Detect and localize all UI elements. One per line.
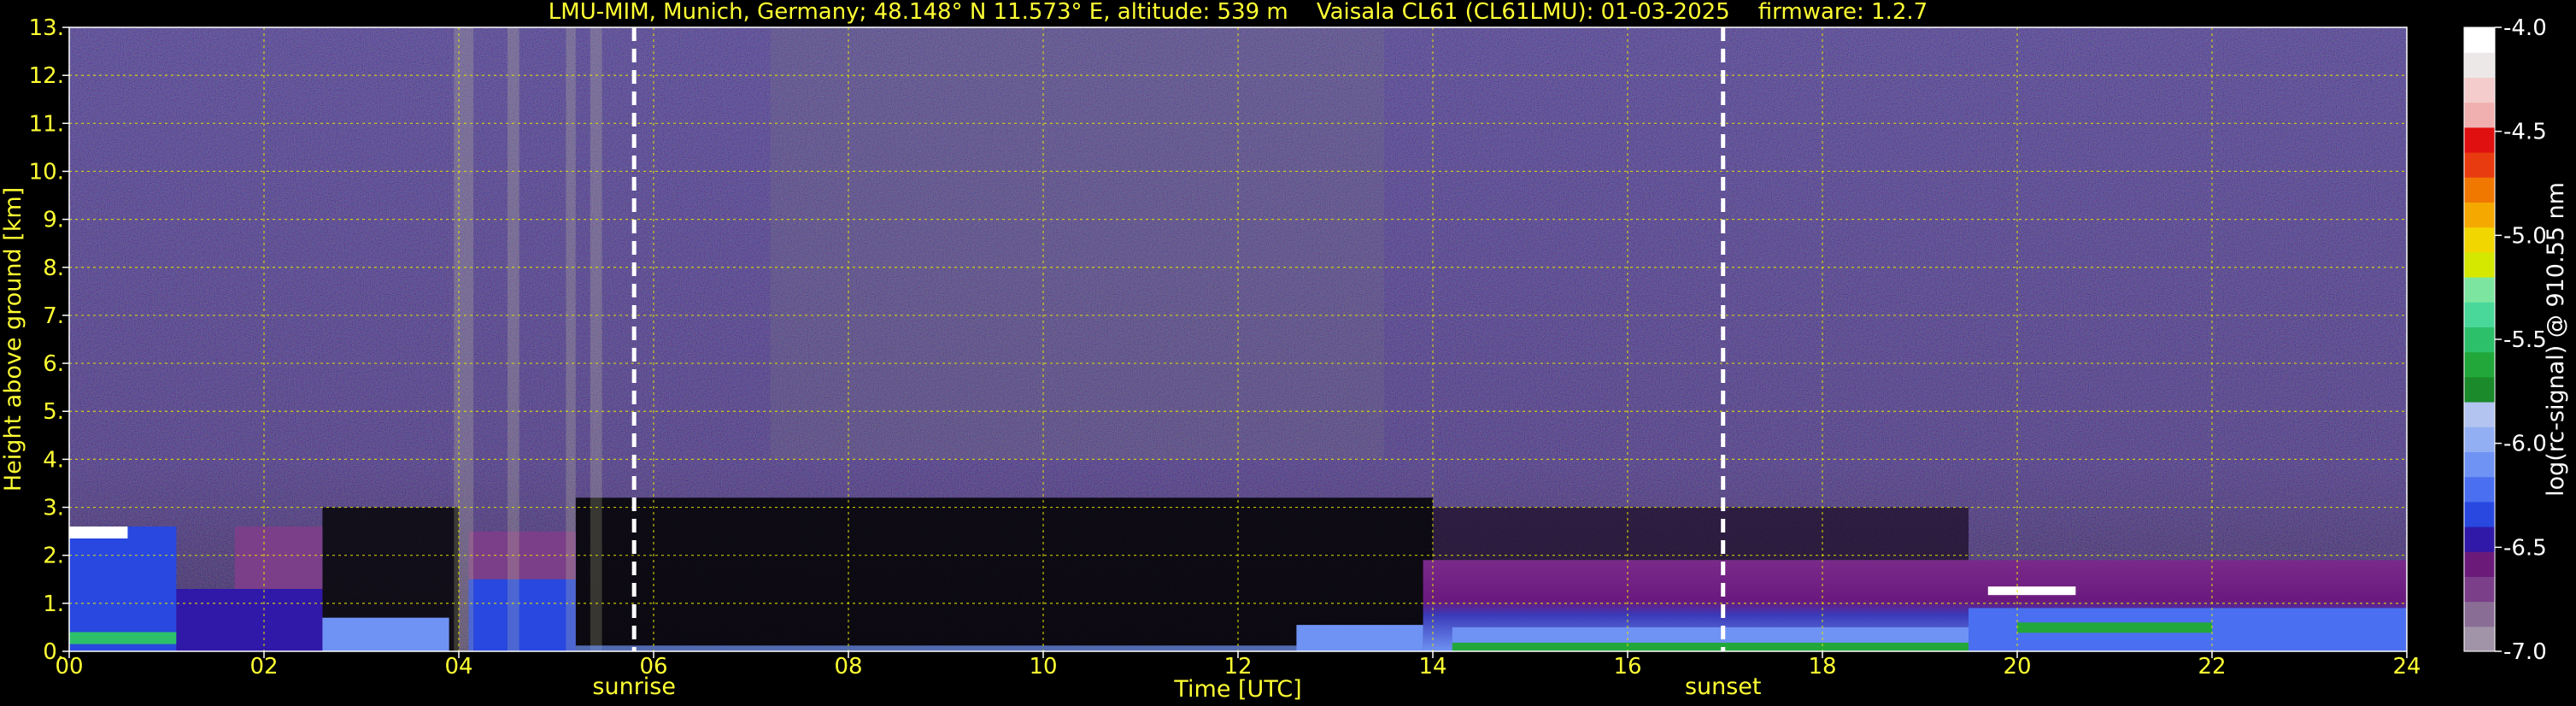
y-tick-label: 12. (29, 63, 64, 89)
colorbar-segment (2464, 527, 2495, 552)
y-tick-label: 0. (43, 639, 64, 665)
colorbar-tick-label: -5.0 (2503, 223, 2547, 249)
colorbar-segment (2464, 302, 2495, 327)
y-tick-label: 5. (43, 399, 64, 425)
x-tick-label: 04 (444, 654, 472, 680)
colorbar-tick-label: -7.0 (2503, 639, 2547, 665)
x-axis-label: Time [UTC] (1173, 676, 1301, 703)
colorbar-segment (2464, 501, 2495, 527)
x-tick-label: 18 (1808, 654, 1836, 680)
y-tick-label: 13. (29, 15, 64, 41)
y-tick-label: 10. (29, 159, 64, 185)
colorbar-segment (2464, 476, 2495, 503)
colorbar-segment (2464, 152, 2495, 178)
y-tick-label: 1. (43, 591, 64, 617)
colorbar-segment (2464, 576, 2495, 603)
y-tick-label: 9. (43, 208, 64, 233)
y-tick-label: 11. (29, 111, 64, 137)
aerosol-layer (234, 527, 323, 589)
colorbar-segment (2464, 327, 2495, 353)
y-tick-label: 8. (43, 256, 64, 281)
colorbar-segment (2464, 77, 2495, 103)
upper-clear (1433, 507, 1969, 561)
precipitation-streak (566, 27, 576, 651)
surface-layer (1296, 625, 1423, 651)
x-tick-label: 16 (1613, 654, 1641, 680)
colorbar-segment (2464, 601, 2495, 627)
x-tick-label: 06 (639, 654, 667, 680)
colorbar-segment (2464, 402, 2495, 427)
colorbar-segment (2464, 126, 2495, 153)
chart-title: LMU-MIM, Munich, Germany; 48.148° N 11.5… (549, 0, 1928, 25)
colorbar-label: log(rc-signal) @ 910.55 nm (2543, 182, 2569, 497)
colorbar-segment (2464, 202, 2495, 228)
surface-layer (575, 645, 1423, 651)
colorbar-tick-label: -5.5 (2503, 327, 2547, 353)
cloud-layer (1987, 586, 2076, 596)
colorbar-segment (2464, 451, 2495, 478)
y-tick-label: 6. (43, 351, 64, 377)
surface-green (1452, 642, 1969, 651)
x-tick-label: 10 (1029, 654, 1057, 680)
colorbar-tick-label: -6.0 (2503, 432, 2547, 457)
colorbar-ticks: -7.0 -6.5 -6.0 -5.5 -5.0 -4.5 -4.0 (2495, 15, 2547, 665)
colorbar-segment (2464, 551, 2495, 577)
x-tick-label: 24 (2392, 654, 2421, 680)
daytime-noise (770, 27, 1384, 460)
y-axis-label: Height above ground [km] (0, 187, 26, 491)
colorbar-tick-label: -4.5 (2503, 120, 2547, 145)
colorbar-segment (2464, 227, 2495, 253)
sunset-label: sunset (1685, 674, 1762, 700)
surface-green (2017, 622, 2212, 633)
colorbar (2463, 26, 2496, 652)
precipitation-streak (590, 27, 602, 651)
morning-layer (176, 589, 323, 651)
colorbar-segment (2464, 52, 2495, 78)
y-tick-label: 3. (43, 496, 64, 521)
x-tick-label: 08 (834, 654, 862, 680)
x-tick-label: 20 (2003, 654, 2031, 680)
colorbar-segment (2464, 376, 2495, 403)
colorbar-tick-label: -4.0 (2503, 15, 2547, 41)
y-tick-label: 2. (43, 544, 64, 569)
y-tick-label: 4. (43, 447, 64, 473)
colorbar-segment (2464, 177, 2495, 203)
aerosol-layer (468, 531, 576, 580)
precipitation-streak (454, 27, 474, 651)
colorbar-tick-label: -6.5 (2503, 535, 2547, 561)
ceilometer-chart: sunrise sunset 00 02 04 06 08 10 12 14 16 18 20 22 24… (0, 0, 2569, 703)
colorbar-segment (2464, 102, 2495, 128)
y-tick-label: 7. (43, 303, 64, 329)
cloud-top (69, 527, 128, 538)
x-tick-label: 02 (249, 654, 278, 680)
colorbar-segment (2464, 251, 2495, 278)
morning-layer (322, 617, 449, 651)
colorbar-segment (2464, 427, 2495, 452)
y-axis: 0. 1. 2. 3. 4. 5. 6. 7. 8. 9. 10. 11. 12. 13. (29, 15, 69, 665)
colorbar-segment (2464, 277, 2495, 303)
colorbar-segment (2464, 351, 2495, 378)
x-tick-label: 14 (1418, 654, 1446, 680)
colorbar-segment (2464, 626, 2495, 652)
x-tick-label: 22 (2198, 654, 2226, 680)
colorbar-segment (2464, 27, 2495, 53)
precipitation-streak (508, 27, 519, 651)
surface-green (69, 632, 177, 644)
